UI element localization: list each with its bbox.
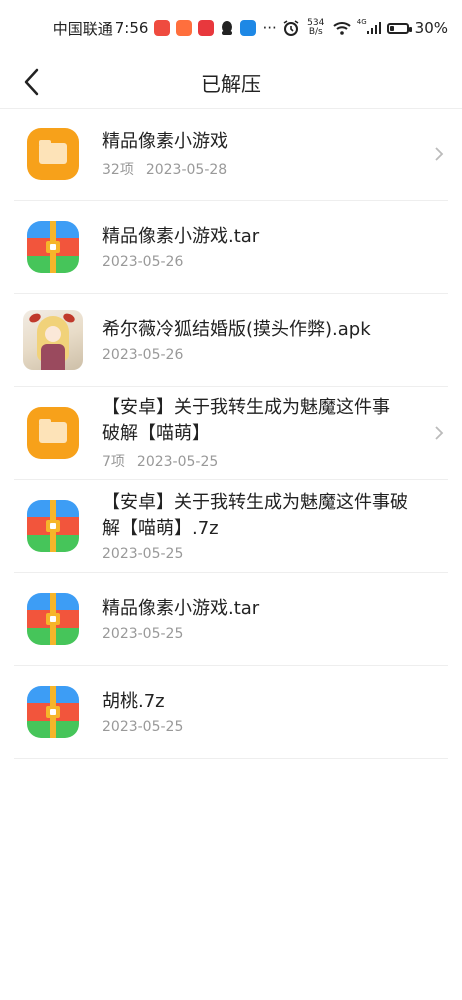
back-button[interactable]: [14, 64, 50, 100]
archive-icon: [22, 588, 84, 650]
list-item-folder[interactable]: 【安卓】关于我转生成为魅魔这件事破解【喵萌】 7项 2023-05-25: [14, 387, 448, 480]
battery-percent: 30%: [414, 19, 448, 37]
back-arrow-icon: [24, 68, 39, 96]
more-notifications: ···: [262, 19, 277, 37]
item-meta: 7项 2023-05-25: [102, 451, 402, 471]
folder-icon: [22, 402, 84, 464]
item-count: 7项: [102, 454, 125, 470]
archive-icon: [22, 681, 84, 743]
signal-type: 4G: [356, 18, 367, 26]
item-date: 2023-05-25: [102, 626, 184, 642]
net-speed: 534 B/s: [305, 19, 327, 37]
item-date: 2023-05-26: [102, 347, 184, 363]
archive-icon: [22, 495, 84, 557]
battery-icon: [386, 22, 412, 34]
item-meta: 2023-05-26: [102, 347, 422, 363]
chevron-right-icon: [435, 426, 444, 440]
file-list: 精品像素小游戏 32项 2023-05-28 精品像素小游戏.tar 2023-0…: [0, 108, 462, 759]
list-item-archive[interactable]: 【安卓】关于我转生成为魅魔这件事破解【喵萌】.7z 2023-05-25: [14, 480, 448, 573]
qq-icon: [220, 20, 234, 36]
item-date: 2023-05-25: [102, 546, 184, 562]
list-item-archive[interactable]: 精品像素小游戏.tar 2023-05-25: [14, 573, 448, 666]
clock: 7:56: [114, 19, 149, 37]
app-notification-icon: [154, 20, 171, 36]
item-name: 【安卓】关于我转生成为魅魔这件事破解【喵萌】: [102, 397, 390, 444]
item-date: 2023-05-26: [102, 254, 184, 270]
wifi-icon: [333, 21, 351, 35]
cell-signal-icon: 4G: [357, 18, 381, 34]
video-app-icon: [176, 20, 193, 36]
item-name: 精品像素小游戏.tar: [102, 598, 260, 619]
item-meta: 2023-05-25: [102, 719, 422, 735]
red-app-icon: [198, 20, 215, 36]
carrier-label: 中国联通: [52, 19, 113, 38]
archive-icon: [22, 216, 84, 278]
header-bar: 已解压: [0, 56, 462, 109]
item-name: 精品像素小游戏: [102, 131, 228, 152]
item-name: 【安卓】关于我转生成为魅魔这件事破解【喵萌】.7z: [102, 492, 408, 539]
item-date: 2023-05-28: [145, 162, 228, 178]
item-count: 32项: [102, 162, 134, 178]
item-date: 2023-05-25: [102, 719, 184, 735]
item-date: 2023-05-25: [136, 454, 219, 470]
folder-icon: [22, 123, 84, 185]
item-meta: 2023-05-25: [102, 626, 422, 642]
list-item-archive[interactable]: 胡桃.7z 2023-05-25: [14, 666, 448, 759]
item-name: 胡桃.7z: [102, 691, 165, 712]
chevron-right-icon: [435, 147, 444, 161]
item-meta: 2023-05-26: [102, 254, 422, 270]
battery-fill: [389, 25, 395, 31]
item-name: 精品像素小游戏.tar: [102, 226, 260, 247]
list-item-folder[interactable]: 精品像素小游戏 32项 2023-05-28: [14, 108, 448, 201]
net-speed-unit: B/s: [308, 27, 323, 37]
status-bar: 中国联通 7:56 ··· 534 B/s 4G 30%: [0, 0, 462, 56]
page-title: 已解压: [201, 71, 261, 96]
list-item-archive[interactable]: 精品像素小游戏.tar 2023-05-26: [14, 201, 448, 294]
item-meta: 2023-05-25: [102, 546, 422, 562]
apk-thumbnail-icon: [22, 309, 84, 371]
list-item-apk[interactable]: 希尔薇冷狐结婚版(摸头作弊).apk 2023-05-26: [14, 294, 448, 387]
cloud-app-icon: [240, 20, 257, 36]
item-meta: 32项 2023-05-28: [102, 159, 422, 179]
alarm-icon: [283, 20, 299, 36]
item-name: 希尔薇冷狐结婚版(摸头作弊).apk: [102, 319, 371, 340]
